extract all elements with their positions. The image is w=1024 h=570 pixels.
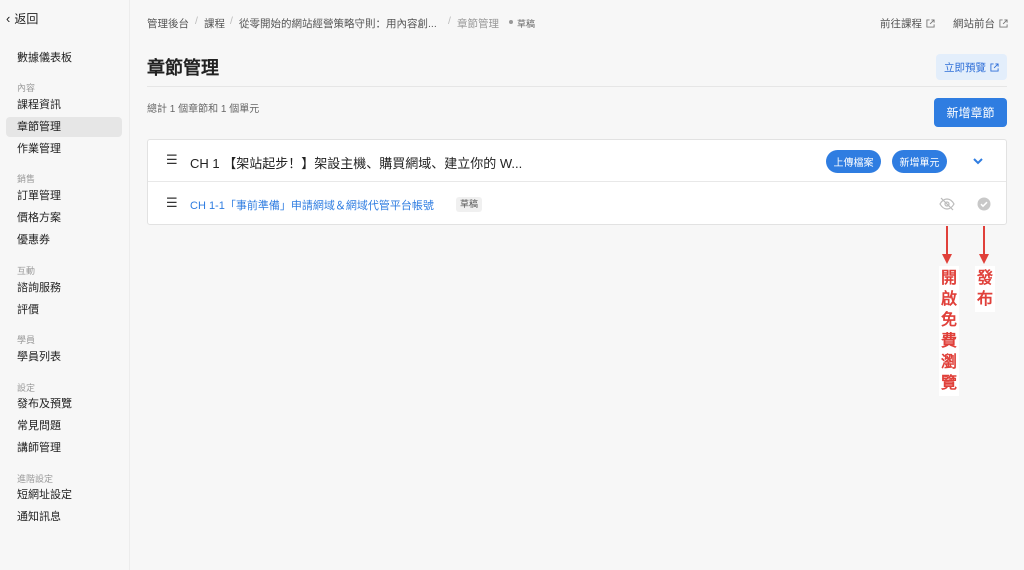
back-link[interactable]: ‹ 返回 xyxy=(6,10,38,27)
back-label: 返回 xyxy=(14,12,39,26)
sidebar-item[interactable]: 數據儀表板 xyxy=(6,48,122,68)
nav-section-label: 銷售 xyxy=(17,174,36,184)
nav-section-label: 學員 xyxy=(17,335,36,345)
main-content: 管理後台 / 課程 / 從零開始的網站經營策略守則：用內容創... / 章節管理… xyxy=(131,0,1024,570)
sidebar-item[interactable]: 作業管理 xyxy=(6,139,122,159)
external-link-icon xyxy=(999,19,1008,28)
unit-row: ☰ CH 1-1「事前準備」申請網域＆網域代管平台帳號 草稿 xyxy=(148,183,1006,225)
upload-file-button[interactable]: 上傳檔案 xyxy=(826,150,881,173)
sidebar-item[interactable]: 學員列表 xyxy=(6,347,122,367)
chapter-card: ☰ CH 1 【架站起步！】架設主機、購買網域、建立你的 W... 上傳檔案 新… xyxy=(147,139,1007,225)
go-course-link[interactable]: 前往課程 xyxy=(880,16,935,31)
drag-handle-icon[interactable]: ☰ xyxy=(166,195,178,211)
sidebar-item[interactable]: 短網址設定 xyxy=(6,485,122,505)
status-badge: 草稿 xyxy=(517,19,536,29)
annotation-arrow xyxy=(942,226,952,264)
preview-label: 立即預覽 xyxy=(944,61,986,74)
nav-section-label: 進階設定 xyxy=(17,474,54,484)
preview-button[interactable]: 立即預覽 xyxy=(936,54,1007,80)
top-bar: 管理後台 / 課程 / 從零開始的網站經營策略守則：用內容創... / 章節管理… xyxy=(131,0,1024,44)
chapter-title[interactable]: CH 1 【架站起步！】架設主機、購買網域、建立你的 W... xyxy=(190,153,522,172)
sidebar-item[interactable]: 優惠券 xyxy=(6,230,122,250)
breadcrumb-course[interactable]: 課程 xyxy=(204,16,225,31)
annotation-publish: 發布 xyxy=(975,266,995,312)
external-link-icon xyxy=(990,62,999,72)
breadcrumb-separator: / xyxy=(195,15,198,27)
sidebar-item[interactable]: 諮詢服務 xyxy=(6,278,122,298)
breadcrumb-separator: / xyxy=(230,15,233,27)
sidebar-item[interactable]: 通知訊息 xyxy=(6,507,122,527)
sidebar-item[interactable]: 評價 xyxy=(6,300,122,320)
eye-off-icon[interactable] xyxy=(939,197,955,211)
drag-handle-icon[interactable]: ☰ xyxy=(166,152,178,168)
sidebar-item[interactable]: 講師管理 xyxy=(6,438,122,458)
site-front-label: 網站前台 xyxy=(953,18,995,30)
nav-section-label: 內容 xyxy=(17,83,36,93)
breadcrumb-course-name[interactable]: 從零開始的網站經營策略守則：用內容創... xyxy=(239,16,437,31)
page-title: 章節管理 xyxy=(147,58,219,78)
sidebar-item[interactable]: 價格方案 xyxy=(6,208,122,228)
chevron-left-icon: ‹ xyxy=(6,11,11,26)
site-front-link[interactable]: 網站前台 xyxy=(953,16,1008,31)
go-course-label: 前往課程 xyxy=(880,18,922,30)
draft-badge: 草稿 xyxy=(456,197,483,212)
sidebar-item[interactable]: 發布及預覽 xyxy=(6,394,122,414)
sidebar-item[interactable]: 訂單管理 xyxy=(6,186,122,206)
sidebar-item[interactable]: 課程資訊 xyxy=(6,95,122,115)
chevron-down-icon[interactable] xyxy=(970,153,986,169)
breadcrumb-separator: / xyxy=(448,15,451,27)
summary-text: 總計 1 個章節和 1 個單元 xyxy=(147,104,260,115)
add-chapter-button[interactable]: 新增章節 xyxy=(934,98,1007,127)
sidebar-item[interactable]: 常見問題 xyxy=(6,416,122,436)
sidebar: ‹ 返回 數據儀表板內容課程資訊 章節管理 作業管理銷售訂單管理 價格方案 優惠券互動諮… xyxy=(0,0,130,570)
add-unit-button[interactable]: 新增單元 xyxy=(892,150,947,173)
breadcrumb-current: 章節管理 xyxy=(457,18,499,30)
sidebar-item[interactable]: 章節管理 xyxy=(6,117,122,137)
chapter-header: ☰ CH 1 【架站起步！】架設主機、購買網域、建立你的 W... 上傳檔案 新… xyxy=(148,140,1006,182)
nav-section-label: 設定 xyxy=(17,383,36,393)
external-link-icon xyxy=(926,19,935,28)
annotation-arrow xyxy=(979,226,989,264)
divider xyxy=(147,86,1007,87)
check-circle-icon[interactable] xyxy=(977,197,991,211)
status-dot xyxy=(509,20,513,24)
nav-section-label: 互動 xyxy=(17,266,36,276)
breadcrumb-admin[interactable]: 管理後台 xyxy=(147,16,189,31)
unit-title[interactable]: CH 1-1「事前準備」申請網域＆網域代管平台帳號 xyxy=(190,197,434,213)
annotation-free-preview: 開啟免費瀏覽 xyxy=(939,266,959,396)
